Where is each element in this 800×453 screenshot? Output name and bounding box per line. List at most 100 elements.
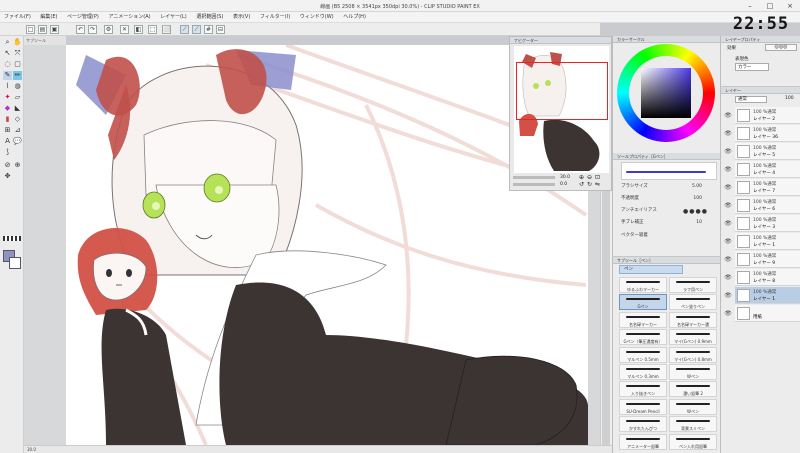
brush-item[interactable]: マルペン 0.3mm	[619, 364, 667, 380]
vector-snap-row[interactable]: ベクター吸着	[621, 231, 716, 241]
eye-icon[interactable]: 👁	[724, 292, 732, 300]
eye-icon[interactable]: 👁	[724, 310, 732, 318]
brush-size-value[interactable]: 5.00	[692, 182, 702, 192]
layer-item[interactable]: 100 %通常 レイヤー 3	[735, 215, 800, 232]
eyedropper-icon[interactable]: ⊘	[3, 161, 12, 170]
brush-item[interactable]: ペン入れ用鉛筆	[669, 433, 717, 450]
menu-window[interactable]: ウィンドウ(W)	[296, 12, 338, 23]
eye-icon[interactable]: 👁	[724, 274, 732, 282]
lasso-icon[interactable]: ◌	[3, 60, 12, 69]
menu-page[interactable]: ページ管理(P)	[63, 12, 103, 23]
layer-item[interactable]: 100 %通常 レイヤー 9	[735, 251, 800, 268]
eye-icon[interactable]: 👁	[724, 256, 732, 264]
brush-item[interactable]: 名名碌マーカー濃	[669, 311, 717, 328]
eye-icon[interactable]: 👁	[724, 148, 732, 156]
navigator-view-frame[interactable]	[516, 62, 608, 120]
eye-icon[interactable]: 👁	[724, 166, 732, 174]
save-icon[interactable]: ▣	[50, 25, 59, 34]
layer-item[interactable]: 100 %通常 レイヤー 4	[735, 161, 800, 178]
eye-icon[interactable]: 👁	[724, 202, 732, 210]
open-file-icon[interactable]: ▤	[38, 25, 47, 34]
effect-buttons[interactable]: ◎◎◎	[765, 44, 797, 51]
pen-icon[interactable]: ✎	[3, 71, 12, 80]
undo-icon[interactable]: ↶	[76, 25, 85, 34]
layer-item[interactable]: 100 %通常 レイヤー 8	[735, 269, 800, 286]
menu-edit[interactable]: 編集(E)	[36, 12, 61, 23]
menu-animation[interactable]: アニメーション(A)	[104, 12, 154, 23]
figure-icon[interactable]: ◇	[13, 115, 22, 124]
layer-opacity-value[interactable]: 100	[785, 96, 794, 101]
subtool-tab[interactable]: サブツール	[24, 36, 66, 45]
status-zoom[interactable]: 30.0	[27, 447, 36, 452]
settings-icon[interactable]: ⚙	[104, 25, 113, 34]
rotate-slider[interactable]	[513, 183, 555, 186]
brush-item[interactable]: マイ(Gペン) 0.9mm	[669, 329, 717, 346]
subtool-group-tab[interactable]: ペン	[619, 265, 683, 274]
antialias-row[interactable]: アンチエイリアス ●●●●	[621, 206, 716, 216]
layer-item[interactable]: 100 %通常 レイヤー 1	[735, 287, 800, 304]
pencil-icon[interactable]: ✏	[13, 71, 22, 80]
text-icon[interactable]: A	[3, 137, 12, 146]
menu-help[interactable]: ヘルプ(H)	[339, 12, 370, 23]
snap-special-ruler-icon[interactable]: ⟋	[192, 25, 201, 34]
opacity-row[interactable]: 不透明度 100	[621, 194, 716, 204]
menu-layer[interactable]: レイヤー(L)	[156, 12, 191, 23]
deselect-icon[interactable]: ⬜	[162, 25, 171, 34]
ruler-icon[interactable]: ⊿	[13, 126, 22, 135]
eye-icon[interactable]: 👁	[724, 184, 732, 192]
stabilization-row[interactable]: 手ブレ補正 10	[621, 218, 716, 228]
blend-mode-select[interactable]: 通常	[735, 96, 767, 103]
antialias-options-icon[interactable]: ●●●●	[683, 209, 708, 215]
menu-filter[interactable]: フィルター(I)	[256, 12, 294, 23]
clear-icon[interactable]: ✕	[120, 25, 129, 34]
transparent-color-swatch[interactable]	[3, 236, 21, 241]
stabilization-value[interactable]: 10	[696, 218, 702, 228]
brush-item[interactable]: アニメーター鉛筆	[619, 433, 667, 450]
navigator-thumbnail[interactable]	[514, 46, 609, 173]
new-file-icon[interactable]: □	[26, 25, 35, 34]
gradient-icon[interactable]: ▮	[3, 115, 12, 124]
brush-item[interactable]: マイ(Gペン) 0.8mm	[669, 346, 717, 363]
brush-item[interactable]: Gペン（筆圧濃度有）	[619, 329, 667, 346]
brush-icon[interactable]: ⌇	[3, 82, 12, 91]
opacity-value[interactable]: 100	[693, 194, 702, 204]
brush-item[interactable]: ペン塗りペン	[669, 294, 717, 311]
brush-item[interactable]: 入り抜きペン	[619, 381, 667, 398]
layer-item[interactable]: 100 %通常 レイヤー 6	[735, 197, 800, 214]
layer-item[interactable]: 100 %通常 レイヤー 1	[735, 233, 800, 250]
eraser-icon[interactable]: ▱	[13, 93, 22, 102]
rotate-right-icon[interactable]: ↻	[587, 182, 592, 188]
menu-file[interactable]: ファイル(F)	[0, 12, 35, 23]
decoration-icon[interactable]: ✦	[3, 93, 12, 102]
move-layer-icon[interactable]: ✥	[3, 172, 12, 181]
layer-item[interactable]: 100 %通常 レイヤー 5	[735, 143, 800, 160]
brush-item[interactable]: Wペン	[669, 398, 717, 415]
zoom-icon[interactable]: ⌕	[3, 38, 12, 47]
color-mode-select[interactable]: カラー	[735, 63, 769, 71]
brush-item[interactable]: ラフ用ペン	[669, 277, 717, 293]
pointer-icon[interactable]: ↖	[3, 49, 12, 58]
brush-item[interactable]: Gペン	[619, 294, 667, 311]
menu-view[interactable]: 表示(V)	[229, 12, 254, 23]
menu-selection[interactable]: 選択範囲(S)	[192, 12, 227, 23]
rect-select-icon[interactable]: ▢	[13, 60, 22, 69]
correct-line-icon[interactable]: ⟆	[3, 148, 12, 157]
layer-item[interactable]: 100 %通常 レイヤー 7	[735, 179, 800, 196]
brush-item[interactable]: マルペン 0.5mm	[619, 346, 667, 363]
snap-grid-icon[interactable]: #	[204, 25, 213, 34]
rotate-left-icon[interactable]: ↺	[579, 182, 584, 188]
move-icon[interactable]: ⤧	[13, 49, 22, 58]
hue-ring[interactable]	[617, 44, 715, 142]
redo-icon[interactable]: ↷	[88, 25, 97, 34]
fill-icon[interactable]: ◧	[134, 25, 143, 34]
brush-item[interactable]: 背景スミペン	[669, 416, 717, 433]
snap-ruler-icon[interactable]: ⟋	[180, 25, 189, 34]
guide-icon[interactable]: ⊟	[216, 25, 225, 34]
balloon-icon[interactable]: 💬	[13, 137, 22, 146]
airbrush-icon[interactable]: ◍	[13, 82, 22, 91]
eye-icon[interactable]: 👁	[724, 220, 732, 228]
minimize-icon[interactable]: –	[745, 2, 755, 10]
layer-item[interactable]: 100 %通常 レイヤー 2	[735, 107, 800, 124]
maximize-icon[interactable]: □	[765, 2, 775, 10]
brush-item[interactable]: かすれたんぴつ	[619, 416, 667, 433]
